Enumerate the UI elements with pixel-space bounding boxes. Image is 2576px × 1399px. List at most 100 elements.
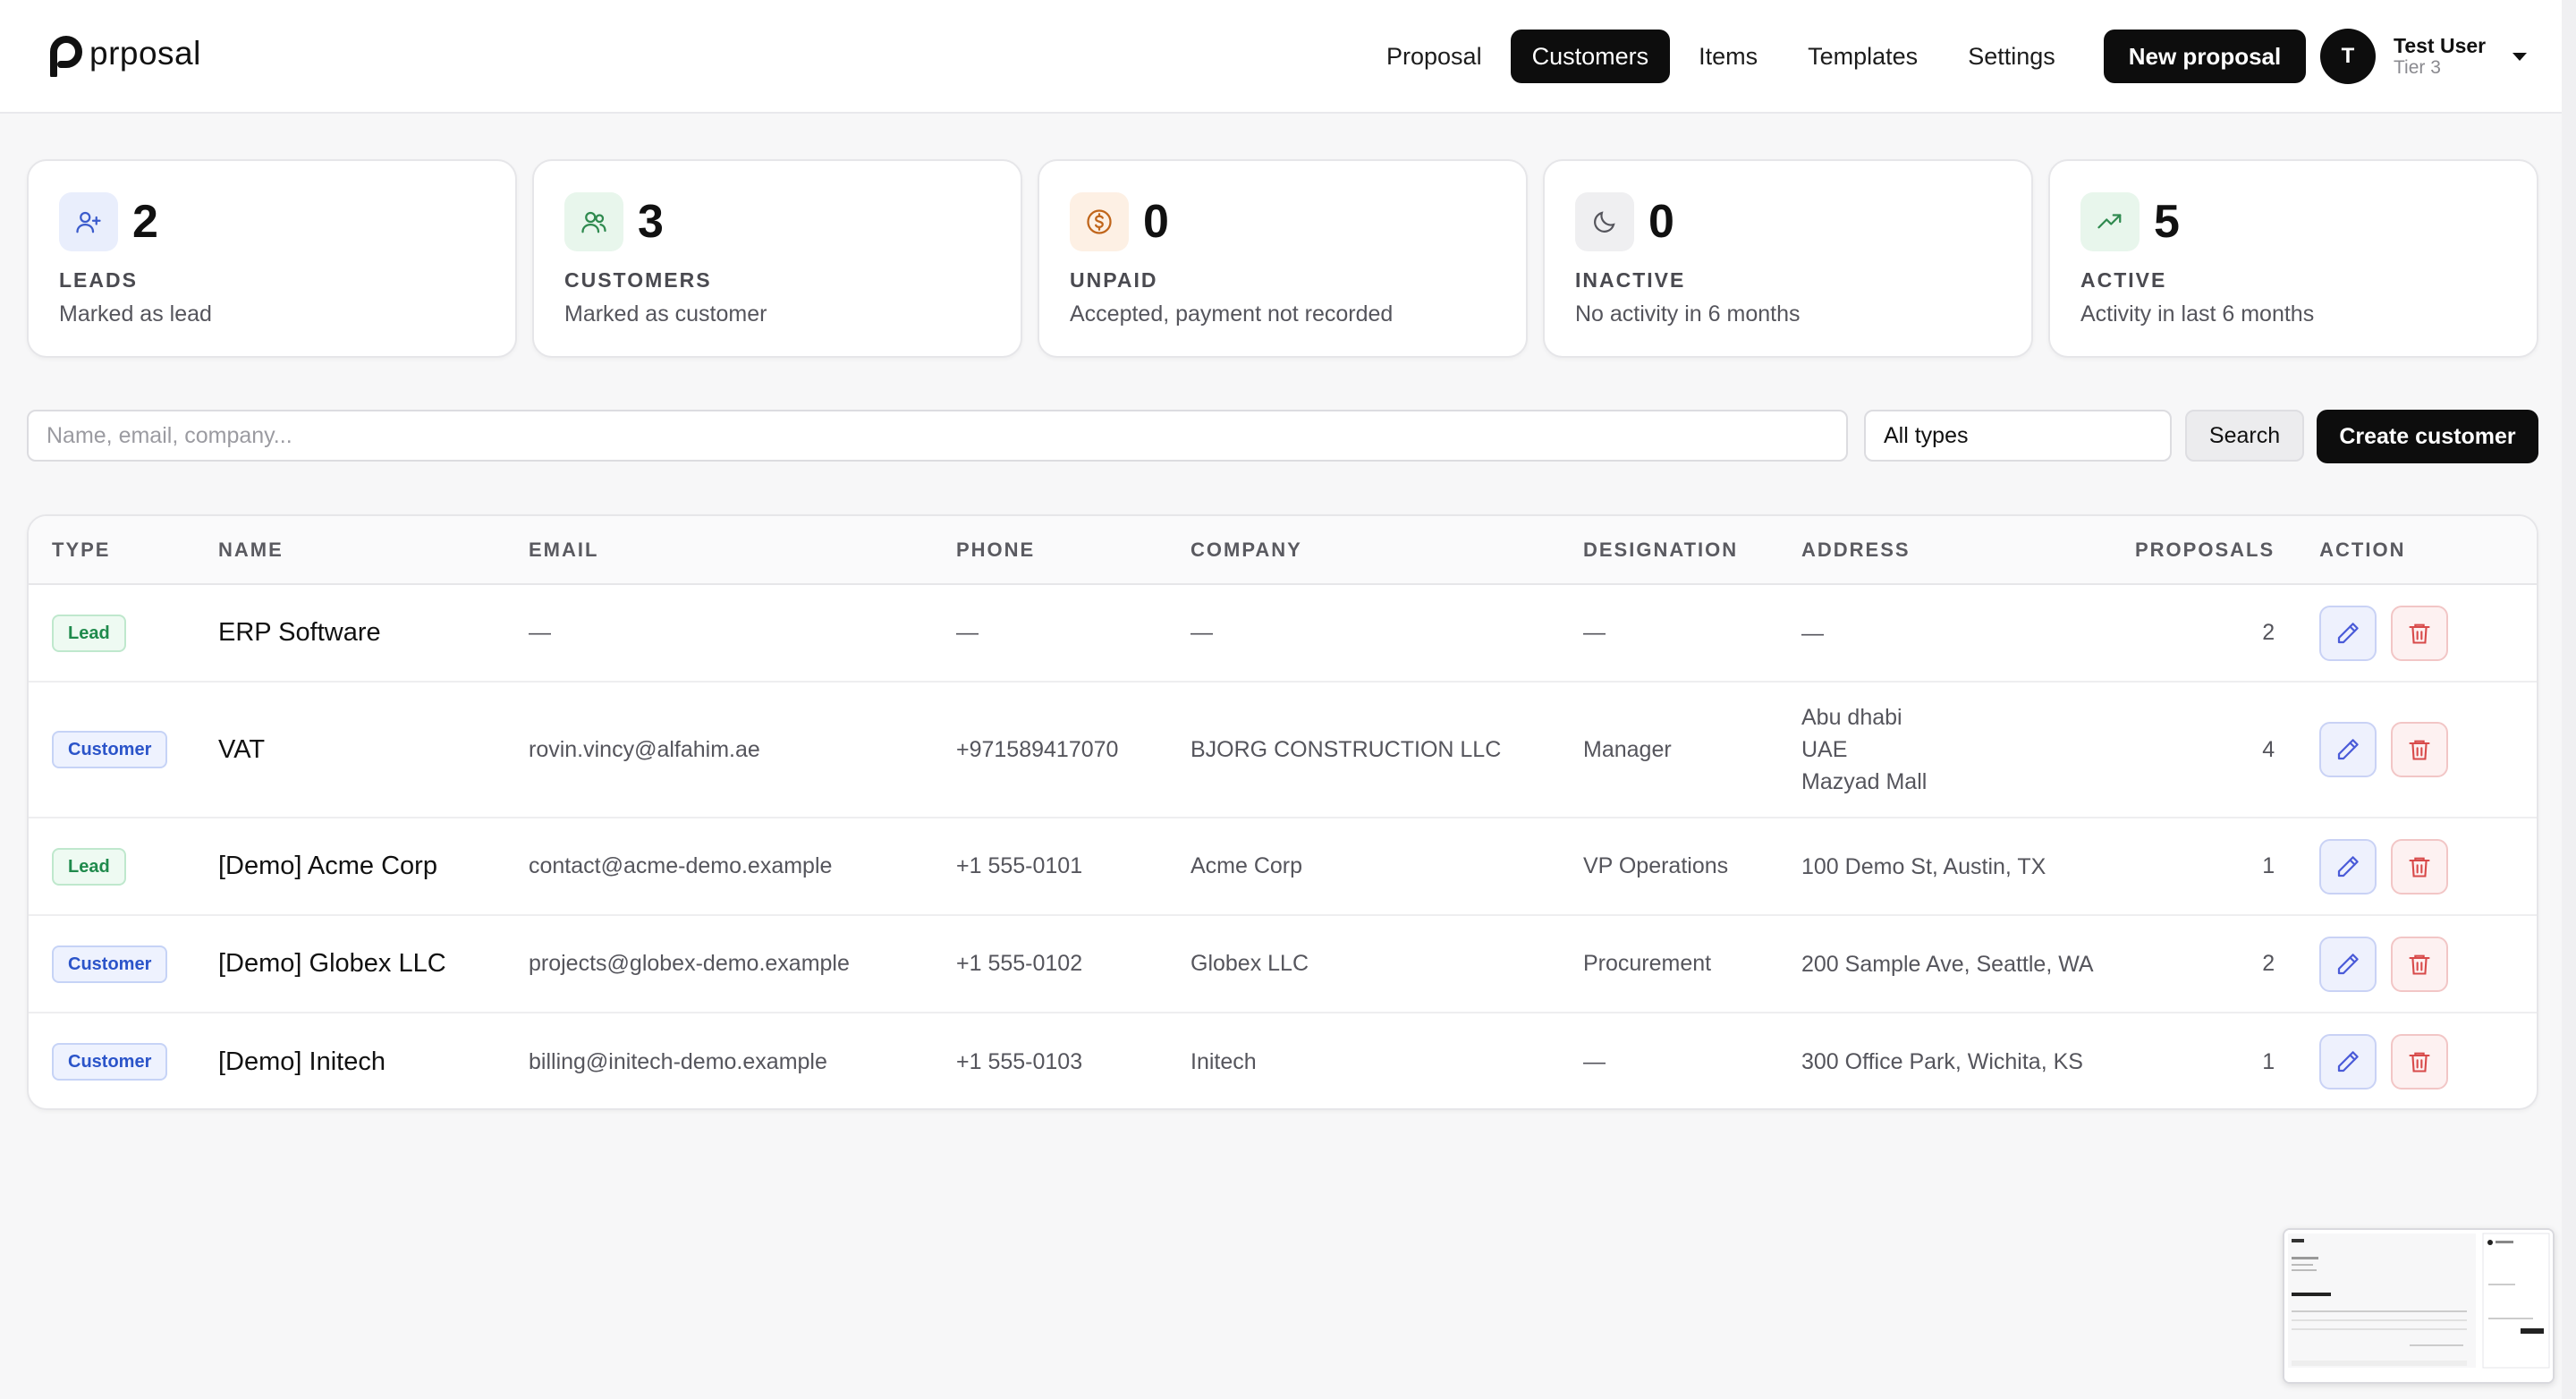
- main-nav: Proposal Customers Items Templates Setti…: [1365, 30, 2307, 83]
- column-header-company[interactable]: COMPANY: [1191, 516, 1583, 585]
- table-row[interactable]: Customer [Demo] Initech billing@initech-…: [29, 1013, 2537, 1108]
- trash-icon: [2409, 1052, 2430, 1073]
- top-navbar: prposal Proposal Customers Items Templat…: [0, 0, 2562, 114]
- customer-company: Globex LLC: [1191, 915, 1583, 1013]
- edit-button[interactable]: [2319, 838, 2377, 895]
- edit-button[interactable]: [2319, 722, 2377, 777]
- search-input[interactable]: [27, 410, 1848, 462]
- edit-button[interactable]: [2319, 605, 2377, 661]
- preview-image: [2284, 1230, 2553, 1382]
- delete-button[interactable]: [2391, 722, 2449, 777]
- brand-logo[interactable]: prposal: [41, 30, 201, 77]
- nav-templates[interactable]: Templates: [1786, 30, 1939, 83]
- customer-address: 200 Sample Ave, Seattle, WA: [1801, 915, 2135, 1013]
- column-header-type[interactable]: TYPE: [29, 516, 218, 585]
- proposal-count: 2: [2135, 584, 2283, 683]
- caret-down-icon[interactable]: [2512, 52, 2528, 61]
- customer-company: Acme Corp: [1191, 818, 1583, 916]
- stat-value: 3: [638, 196, 664, 248]
- customer-phone: —: [956, 584, 1191, 683]
- trash-icon: [2409, 857, 2430, 878]
- delete-button[interactable]: [2391, 605, 2449, 661]
- search-button[interactable]: Search: [2185, 410, 2304, 462]
- page-preview-thumbnail[interactable]: [2283, 1228, 2555, 1384]
- stat-card-active[interactable]: 5 ACTIVE Activity in last 6 months: [2048, 159, 2538, 358]
- stat-value: 0: [1143, 196, 1169, 248]
- edit-button[interactable]: [2319, 1034, 2377, 1090]
- stat-value: 0: [1648, 196, 1674, 248]
- table-row[interactable]: Customer [Demo] Globex LLC projects@glob…: [29, 915, 2537, 1013]
- customer-email: contact@acme-demo.example: [529, 818, 956, 916]
- nav-proposal[interactable]: Proposal: [1365, 30, 1504, 83]
- column-header-name[interactable]: NAME: [218, 516, 529, 585]
- user-menu[interactable]: T Test User Tier 3: [2320, 29, 2528, 84]
- stat-label: CUSTOMERS: [564, 268, 712, 292]
- type-badge: Lead: [52, 614, 126, 652]
- table-row[interactable]: Lead [Demo] Acme Corp contact@acme-demo.…: [29, 818, 2537, 916]
- proposal-count: 1: [2135, 818, 2283, 916]
- pencil-icon: [2338, 953, 2359, 974]
- stat-value: 5: [2154, 196, 2180, 248]
- stat-label: ACTIVE: [2080, 268, 2167, 292]
- new-proposal-button[interactable]: New proposal: [2103, 30, 2307, 83]
- customer-company: BJORG CONSTRUCTION LLC: [1191, 682, 1583, 818]
- table-row[interactable]: Customer VAT rovin.vincy@alfahim.ae +971…: [29, 682, 2537, 818]
- customer-designation: Manager: [1583, 682, 1801, 818]
- customer-designation: —: [1583, 1048, 1606, 1074]
- user-tier: Tier 3: [2394, 57, 2441, 79]
- type-badge: Customer: [52, 731, 168, 768]
- page-scrollbar[interactable]: [2562, 0, 2576, 1399]
- type-badge: Lead: [52, 847, 126, 886]
- dollar-circle-icon: [1070, 192, 1129, 251]
- table-row[interactable]: Lead ERP Software — — — — — 2: [29, 584, 2537, 683]
- stat-subtitle: Marked as customer: [564, 301, 767, 326]
- customer-designation: VP Operations: [1583, 818, 1801, 916]
- table-header-row: TYPE NAME EMAIL PHONE COMPANY DESIGNATIO…: [29, 516, 2537, 585]
- customer-name[interactable]: ERP Software: [218, 584, 529, 683]
- column-header-phone[interactable]: PHONE: [956, 516, 1191, 585]
- address-line: 200 Sample Ave, Seattle, WA: [1801, 951, 2094, 977]
- column-header-address[interactable]: ADDRESS: [1801, 516, 2135, 585]
- customers-table: TYPE NAME EMAIL PHONE COMPANY DESIGNATIO…: [27, 514, 2538, 1110]
- proposal-count: 4: [2135, 682, 2283, 818]
- nav-settings[interactable]: Settings: [1946, 30, 2077, 83]
- edit-button[interactable]: [2319, 936, 2377, 992]
- stat-card-inactive[interactable]: 0 INACTIVE No activity in 6 months: [1543, 159, 2033, 358]
- customer-address: 300 Office Park, Wichita, KS: [1801, 1013, 2135, 1108]
- trending-up-icon: [2080, 192, 2140, 251]
- type-badge: Customer: [52, 945, 168, 983]
- proposal-count: 2: [2135, 915, 2283, 1013]
- trash-icon: [2409, 740, 2430, 760]
- column-header-designation[interactable]: DESIGNATION: [1583, 516, 1801, 585]
- stat-card-customers[interactable]: 3 CUSTOMERS Marked as customer: [532, 159, 1022, 358]
- nav-items[interactable]: Items: [1677, 30, 1779, 83]
- customer-company: —: [1191, 584, 1583, 683]
- type-filter-select[interactable]: All types: [1864, 410, 2172, 462]
- delete-button[interactable]: [2391, 936, 2449, 992]
- delete-button[interactable]: [2391, 1034, 2449, 1090]
- customer-company: Initech: [1191, 1048, 1257, 1074]
- customer-email: rovin.vincy@alfahim.ae: [529, 682, 956, 818]
- customer-phone: +1 555-0102: [956, 915, 1191, 1013]
- customer-address: —: [1801, 584, 2135, 683]
- column-header-proposals[interactable]: PROPOSALS: [2135, 516, 2283, 585]
- pencil-icon: [2338, 739, 2359, 760]
- column-header-email[interactable]: EMAIL: [529, 516, 956, 585]
- customer-name[interactable]: [Demo] Initech: [218, 1013, 529, 1108]
- user-name: Test User: [2394, 33, 2487, 57]
- customer-name[interactable]: [Demo] Acme Corp: [218, 818, 529, 916]
- customer-name[interactable]: [Demo] Globex LLC: [218, 915, 529, 1013]
- users-icon: [564, 192, 623, 251]
- customer-name[interactable]: VAT: [218, 682, 529, 818]
- customer-phone: +1 555-0103: [956, 1048, 1083, 1074]
- delete-button[interactable]: [2391, 838, 2449, 895]
- stat-label: INACTIVE: [1575, 268, 1686, 292]
- address-line: —: [1801, 620, 1824, 646]
- stat-card-unpaid[interactable]: 0 UNPAID Accepted, payment not recorded: [1038, 159, 1528, 358]
- type-badge: Customer: [52, 1043, 168, 1081]
- customer-designation: Procurement: [1583, 915, 1801, 1013]
- create-customer-button[interactable]: Create customer: [2317, 410, 2538, 463]
- user-info: Test User Tier 3: [2394, 33, 2487, 79]
- stat-card-leads[interactable]: 2 LEADS Marked as lead: [27, 159, 517, 358]
- nav-customers[interactable]: Customers: [1510, 30, 1671, 83]
